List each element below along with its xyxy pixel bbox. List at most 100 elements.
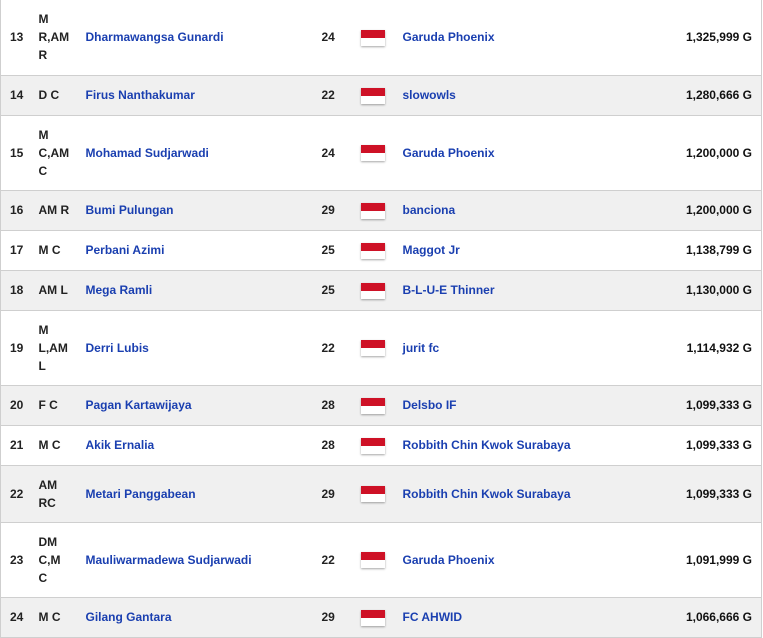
position-line: F C <box>38 398 58 412</box>
flag-cell <box>360 465 403 523</box>
position-line: C,AM <box>38 145 70 160</box>
indonesia-flag-icon <box>360 397 385 414</box>
table-row: 18 AM L Mega Ramli 25 B-L-U-E Thinner 1,130,0… <box>0 270 762 311</box>
rank-cell: 24 <box>0 597 39 638</box>
value-cell: 1,099,333 G <box>619 465 762 523</box>
position-cell: M C <box>38 597 86 638</box>
value-cell: 1,099,333 G <box>619 385 762 426</box>
player-name-link[interactable]: Akik Ernalia <box>86 438 155 452</box>
table-row: 14 D C Firus Nanthakumar 22 slowowls 1,280,66… <box>0 75 762 116</box>
value-cell: 1,280,666 G <box>619 75 762 116</box>
rank-cell: 17 <box>0 230 39 271</box>
player-name-link[interactable]: Gilang Gantara <box>86 610 172 624</box>
indonesia-flag-icon <box>360 202 385 219</box>
flag-cell <box>360 270 403 311</box>
position-line: M C <box>38 438 61 452</box>
flag-cell <box>360 115 403 191</box>
flag-cell <box>360 190 403 231</box>
player-name-cell: Firus Nanthakumar <box>85 75 320 116</box>
player-name-link[interactable]: Bumi Pulungan <box>86 203 174 217</box>
position-line: R <box>38 48 48 63</box>
team-link[interactable]: FC AHWID <box>403 610 463 624</box>
team-cell: Delsbo IF <box>402 385 620 426</box>
rank-cell: 15 <box>0 115 39 191</box>
player-name-cell: Mega Ramli <box>85 270 320 311</box>
rank-cell: 21 <box>0 425 39 466</box>
team-link[interactable]: jurit fc <box>403 341 440 355</box>
player-name-link[interactable]: Firus Nanthakumar <box>86 88 195 102</box>
age-cell: 28 <box>319 385 361 426</box>
value-cell: 1,200,000 G <box>619 190 762 231</box>
position-line: AM <box>38 477 58 492</box>
value-cell: 1,200,000 G <box>619 115 762 191</box>
flag-cell <box>360 310 403 386</box>
team-cell: Robbith Chin Kwok Surabaya <box>402 465 620 523</box>
team-link[interactable]: slowowls <box>403 88 456 102</box>
team-cell: slowowls <box>402 75 620 116</box>
indonesia-flag-icon <box>360 609 385 626</box>
value-cell: 1,099,333 G <box>619 425 762 466</box>
indonesia-flag-icon <box>360 340 385 357</box>
player-name-link[interactable]: Mega Ramli <box>86 283 153 297</box>
player-name-cell: Perbani Azimi <box>85 230 320 271</box>
table-row: 22 AM RC Metari Panggabean 29 Robbith Chin Kw… <box>0 465 762 523</box>
position-cell: M C <box>38 230 86 271</box>
rank-cell: 13 <box>0 0 39 76</box>
position-line: M C <box>38 610 61 624</box>
table-row: 15 M C,AM C Mohamad Sudjarwadi 24 Garuda Phoen… <box>0 115 762 191</box>
position-cell: M R,AM R <box>38 0 86 76</box>
table-row: 16 AM R Bumi Pulungan 29 banciona 1,200,000 G <box>0 190 762 231</box>
position-line: M C <box>38 243 61 257</box>
rank-cell: 20 <box>0 385 39 426</box>
position-line: M <box>38 127 49 142</box>
indonesia-flag-icon <box>360 30 385 47</box>
position-line: R,AM <box>38 30 70 45</box>
players-table-body: 13 M R,AM R Dharmawangsa Gunardi 24 Garuda Pho… <box>0 0 762 638</box>
rank-cell: 19 <box>0 310 39 386</box>
player-name-link[interactable]: Metari Panggabean <box>86 487 196 501</box>
player-name-cell: Mauliwarmadewa Sudjarwadi <box>85 522 320 598</box>
team-link[interactable]: Robbith Chin Kwok Surabaya <box>403 487 571 501</box>
player-name-link[interactable]: Dharmawangsa Gunardi <box>86 30 224 44</box>
age-cell: 28 <box>319 425 361 466</box>
position-line: AM R <box>38 203 70 217</box>
team-cell: jurit fc <box>402 310 620 386</box>
rank-cell: 14 <box>0 75 39 116</box>
position-cell: AM L <box>38 270 86 311</box>
flag-cell <box>360 385 403 426</box>
team-link[interactable]: Maggot Jr <box>403 243 460 257</box>
team-link[interactable]: Delsbo IF <box>403 398 457 412</box>
indonesia-flag-icon <box>360 145 385 162</box>
age-cell: 29 <box>319 597 361 638</box>
table-row: 21 M C Akik Ernalia 28 Robbith Chin Kwok Sur… <box>0 425 762 466</box>
position-line: L,AM <box>38 340 68 355</box>
position-line: C,M <box>38 552 61 567</box>
value-cell: 1,114,932 G <box>619 310 762 386</box>
player-name-link[interactable]: Perbani Azimi <box>86 243 165 257</box>
value-cell: 1,066,666 G <box>619 597 762 638</box>
team-link[interactable]: B-L-U-E Thinner <box>403 283 495 297</box>
team-link[interactable]: Garuda Phoenix <box>403 146 495 160</box>
team-cell: FC AHWID <box>402 597 620 638</box>
position-line: RC <box>38 495 56 510</box>
team-link[interactable]: Garuda Phoenix <box>403 553 495 567</box>
player-name-link[interactable]: Mohamad Sudjarwadi <box>86 146 209 160</box>
position-line: C <box>38 163 48 178</box>
team-link[interactable]: banciona <box>403 203 456 217</box>
team-cell: Maggot Jr <box>402 230 620 271</box>
player-name-link[interactable]: Mauliwarmadewa Sudjarwadi <box>86 553 252 567</box>
player-name-cell: Metari Panggabean <box>85 465 320 523</box>
age-cell: 24 <box>319 0 361 76</box>
age-cell: 29 <box>319 190 361 231</box>
age-cell: 22 <box>319 310 361 386</box>
player-name-cell: Dharmawangsa Gunardi <box>85 0 320 76</box>
age-cell: 25 <box>319 270 361 311</box>
position-line: L <box>38 358 46 373</box>
flag-cell <box>360 425 403 466</box>
player-name-link[interactable]: Derri Lubis <box>86 341 149 355</box>
player-name-cell: Gilang Gantara <box>85 597 320 638</box>
indonesia-flag-icon <box>360 87 385 104</box>
team-link[interactable]: Garuda Phoenix <box>403 30 495 44</box>
player-name-link[interactable]: Pagan Kartawijaya <box>86 398 192 412</box>
team-link[interactable]: Robbith Chin Kwok Surabaya <box>403 438 571 452</box>
